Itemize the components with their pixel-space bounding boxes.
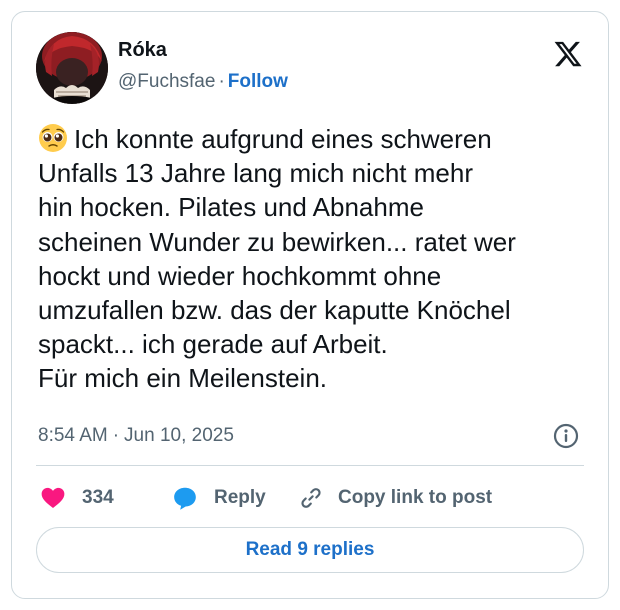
handle-separator: ·	[218, 71, 225, 92]
tweet-line: Unfalls 13 Jahre lang mich nicht mehr	[38, 158, 473, 189]
copy-link-button[interactable]: Copy link to post	[298, 485, 492, 511]
tweet-line-text: Ich konnte aufgrund eines schweren	[74, 124, 492, 154]
follow-button[interactable]: Follow	[228, 71, 288, 92]
link-icon	[301, 488, 321, 508]
avatar-image	[36, 32, 108, 104]
author-name[interactable]: Róka	[118, 39, 167, 62]
tweet-line: Ich konnte aufgrund eines schweren	[38, 122, 598, 156]
like-count: 334	[82, 487, 114, 508]
tweet-card: Róka @Fuchsfae · Follow Ich konnte aufgrun…	[11, 11, 609, 599]
info-icon[interactable]	[552, 422, 580, 450]
tweet-date: Jun 10, 2025	[124, 425, 234, 446]
tweet-line: scheinen Wunder zu bewirken... ratet wer	[38, 226, 516, 257]
tweet-timestamp[interactable]: 8:54 AM · Jun 10, 2025	[38, 425, 234, 447]
read-replies-button[interactable]: Read 9 replies	[36, 527, 584, 573]
tweet-time: 8:54 AM	[38, 425, 108, 446]
copy-link-label: Copy link to post	[338, 487, 493, 508]
avatar[interactable]	[36, 32, 108, 104]
author-handle-row: @Fuchsfae · Follow	[118, 71, 288, 93]
tweet-line: umzufallen bzw. das der kaputte Knöchel	[38, 295, 511, 326]
reply-button[interactable]: Reply	[172, 485, 266, 511]
reply-label: Reply	[214, 487, 266, 508]
tweet-text: Ich konnte aufgrund eines schweren Unfal…	[38, 122, 598, 396]
tweet-line: spackt... ich gerade auf Arbeit.	[38, 329, 388, 360]
like-button[interactable]: 334	[40, 485, 114, 511]
heart-icon	[41, 487, 65, 508]
tweet-line: hockt und wieder hochkommt ohne	[38, 260, 442, 291]
divider	[36, 465, 584, 466]
tweet-line: Für mich ein Meilenstein.	[38, 363, 327, 394]
x-logo-icon[interactable]	[552, 39, 584, 69]
tweet-line: hin hocken. Pilates und Abnahme	[38, 192, 424, 223]
author-handle[interactable]: @Fuchsfae	[118, 71, 215, 92]
timestamp-separator: ·	[112, 425, 120, 446]
pleading-face-emoji	[38, 123, 68, 153]
reply-bubble-icon	[174, 487, 196, 510]
